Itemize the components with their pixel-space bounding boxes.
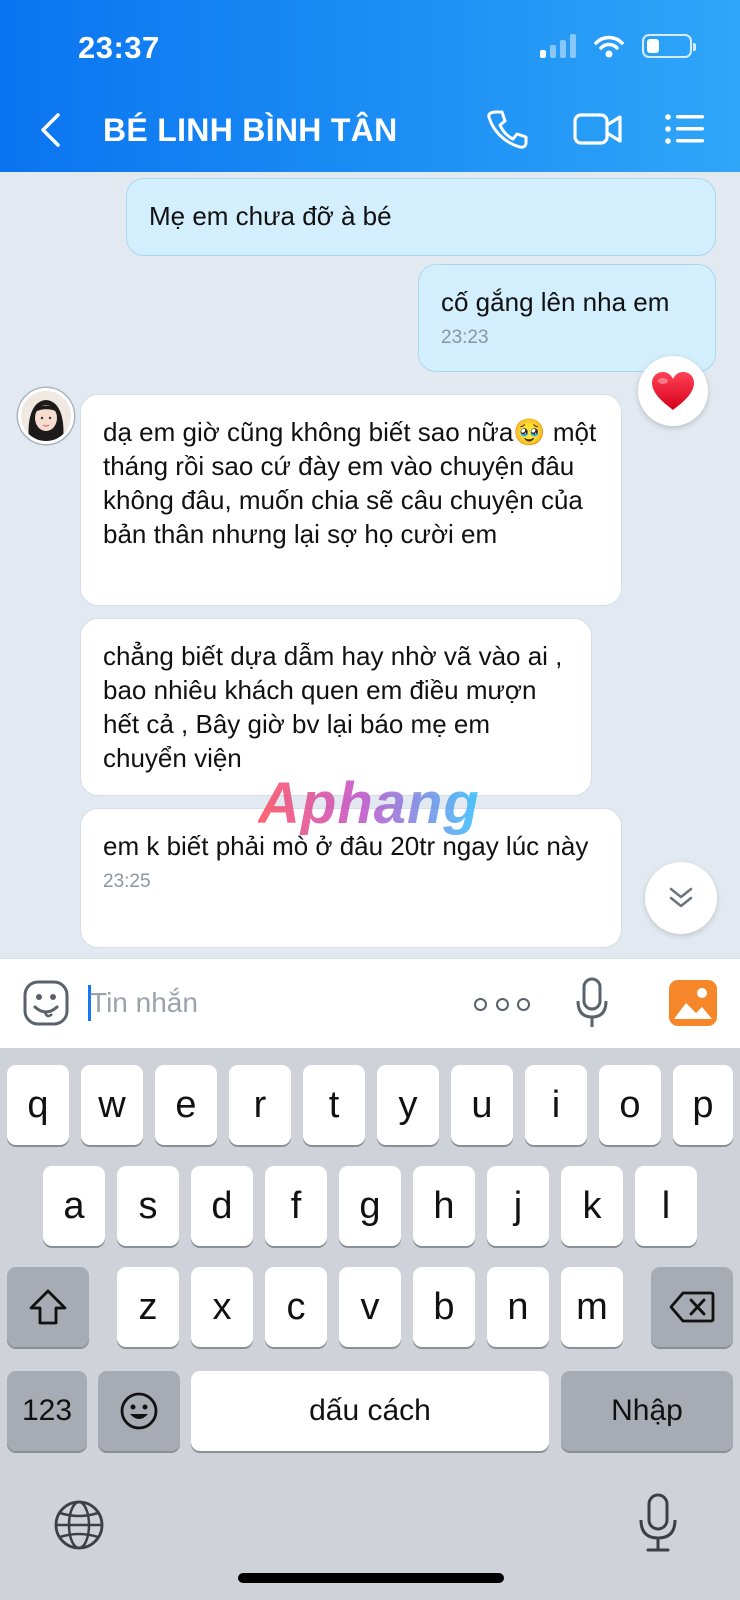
message-text: dạ em giờ cũng không biết sao nữa🥹 một t… bbox=[103, 417, 597, 549]
key-q[interactable]: q bbox=[7, 1065, 69, 1145]
globe-icon bbox=[54, 1500, 104, 1550]
key-e[interactable]: e bbox=[155, 1065, 217, 1145]
message-bubble-incoming[interactable]: dạ em giờ cũng không biết sao nữa🥹 một t… bbox=[80, 394, 622, 606]
key-n[interactable]: n bbox=[487, 1267, 549, 1347]
numbers-key[interactable]: 123 bbox=[7, 1371, 87, 1451]
key-v[interactable]: v bbox=[339, 1267, 401, 1347]
dot-icon bbox=[474, 997, 487, 1011]
phone-icon bbox=[487, 110, 528, 149]
message-text: cố gắng lên nha em bbox=[441, 287, 670, 317]
key-b[interactable]: b bbox=[413, 1267, 475, 1347]
globe-key[interactable] bbox=[52, 1498, 106, 1552]
key-l[interactable]: l bbox=[635, 1166, 697, 1246]
key-c[interactable]: c bbox=[265, 1267, 327, 1347]
status-icons bbox=[540, 34, 696, 58]
backspace-key[interactable] bbox=[651, 1267, 733, 1347]
key-r[interactable]: r bbox=[229, 1065, 291, 1145]
video-call-button[interactable] bbox=[568, 104, 628, 154]
emoji-icon bbox=[120, 1392, 158, 1430]
home-indicator bbox=[238, 1573, 504, 1583]
key-u[interactable]: u bbox=[451, 1065, 513, 1145]
key-j[interactable]: j bbox=[487, 1166, 549, 1246]
microphone-icon bbox=[576, 977, 608, 1027]
watermark-logo: Aphang bbox=[258, 771, 480, 836]
back-button[interactable] bbox=[38, 108, 74, 152]
image-icon bbox=[669, 980, 717, 1026]
key-s[interactable]: s bbox=[117, 1166, 179, 1246]
message-bubble-outgoing[interactable]: Mẹ em chưa đỡ à bé bbox=[126, 178, 716, 256]
shift-icon bbox=[29, 1289, 67, 1325]
message-text: chẳng biết dựa dẫm hay nhờ vã vào ai , b… bbox=[103, 641, 563, 773]
key-a[interactable]: a bbox=[43, 1166, 105, 1246]
sticker-button[interactable] bbox=[22, 979, 70, 1027]
message-input[interactable] bbox=[90, 981, 430, 1025]
contact-photo-icon bbox=[21, 391, 71, 441]
status-time: 23:37 bbox=[78, 30, 160, 65]
sticker-icon bbox=[23, 980, 69, 1026]
space-key[interactable]: dấu cách bbox=[191, 1371, 549, 1451]
key-d[interactable]: d bbox=[191, 1166, 253, 1246]
return-key[interactable]: Nhập bbox=[561, 1371, 733, 1451]
key-i[interactable]: i bbox=[525, 1065, 587, 1145]
more-options-button[interactable] bbox=[474, 987, 530, 1021]
microphone-icon bbox=[639, 1493, 677, 1552]
key-f[interactable]: f bbox=[265, 1166, 327, 1246]
call-button[interactable] bbox=[482, 104, 532, 154]
image-picker-button[interactable] bbox=[668, 977, 718, 1029]
video-icon bbox=[573, 113, 622, 145]
backspace-icon bbox=[669, 1291, 715, 1323]
chat-header: 23:37 BÉ LINH BÌNH TÂN bbox=[0, 0, 740, 172]
key-m[interactable]: m bbox=[561, 1267, 623, 1347]
emoji-key[interactable] bbox=[98, 1371, 180, 1451]
voice-message-button[interactable] bbox=[574, 975, 610, 1033]
key-g[interactable]: g bbox=[339, 1166, 401, 1246]
key-p[interactable]: p bbox=[673, 1065, 733, 1145]
message-time: 23:25 bbox=[103, 871, 151, 892]
chat-menu-button[interactable] bbox=[660, 104, 710, 154]
wifi-icon bbox=[594, 35, 624, 58]
dot-icon bbox=[517, 997, 530, 1011]
message-text: Mẹ em chưa đỡ à bé bbox=[149, 201, 392, 231]
key-x[interactable]: x bbox=[191, 1267, 253, 1347]
key-k[interactable]: k bbox=[561, 1166, 623, 1246]
shift-key[interactable] bbox=[7, 1267, 89, 1347]
avatar[interactable] bbox=[18, 388, 74, 444]
key-h[interactable]: h bbox=[413, 1166, 475, 1246]
key-w[interactable]: w bbox=[81, 1065, 143, 1145]
heart-reaction-button[interactable] bbox=[638, 356, 708, 426]
message-time: 23:23 bbox=[441, 327, 489, 348]
key-t[interactable]: t bbox=[303, 1065, 365, 1145]
double-chevron-down-icon bbox=[669, 887, 693, 908]
chevron-left-icon bbox=[41, 113, 60, 147]
key-o[interactable]: o bbox=[599, 1065, 661, 1145]
key-y[interactable]: y bbox=[377, 1065, 439, 1145]
list-icon bbox=[665, 114, 704, 144]
scroll-to-bottom-button[interactable] bbox=[645, 862, 717, 934]
keyboard: q w e r t y u i o p a s d f g h j k l z … bbox=[0, 1048, 740, 1600]
battery-icon bbox=[642, 34, 696, 58]
dot-icon bbox=[495, 997, 509, 1011]
chat-title[interactable]: BÉ LINH BÌNH TÂN bbox=[103, 112, 398, 149]
key-z[interactable]: z bbox=[117, 1267, 179, 1347]
dictation-key[interactable] bbox=[636, 1492, 680, 1554]
heart-icon bbox=[652, 372, 694, 410]
message-composer bbox=[0, 958, 740, 1048]
cellular-signal-icon bbox=[540, 34, 576, 58]
